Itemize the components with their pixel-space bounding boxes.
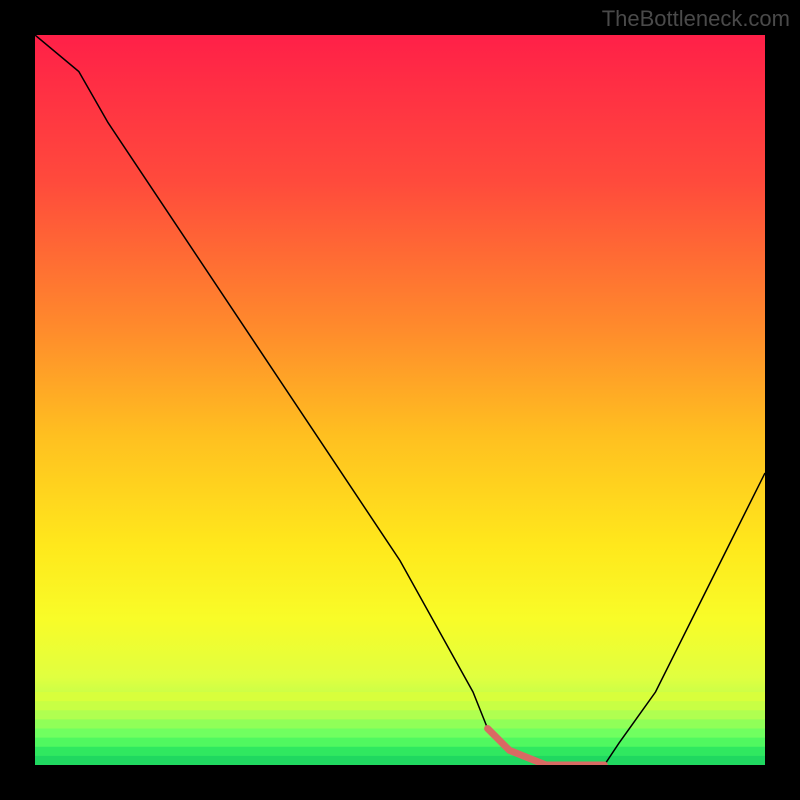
gradient-background <box>35 35 765 765</box>
watermark-text: TheBottleneck.com <box>602 6 790 32</box>
baseline-stripes <box>35 692 765 765</box>
plot-area <box>35 35 765 765</box>
chart-frame: TheBottleneck.com <box>0 0 800 800</box>
plot-svg <box>35 35 765 765</box>
